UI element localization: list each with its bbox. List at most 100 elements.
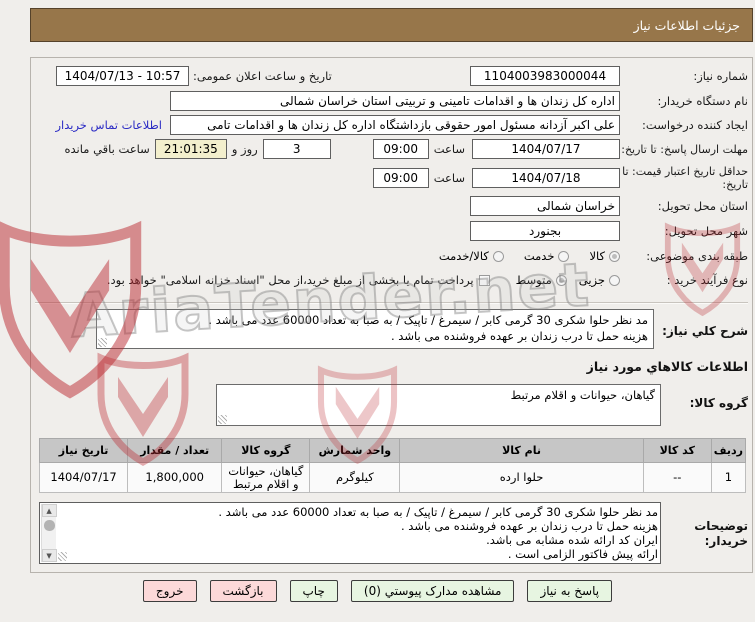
goods-group-box[interactable]: گیاهان، حیوانات و اقلام مرتبط <box>216 384 661 426</box>
row-classification: طبقه بندی موضوعی: کالا خدمت کالا/خدمت <box>39 245 748 267</box>
scroll-up-icon[interactable]: ▲ <box>41 504 57 517</box>
radio-minor-label: جزیی <box>578 273 605 287</box>
request-creator-label: ایجاد کننده درخواست: <box>642 117 748 132</box>
province-field[interactable]: خراسان شمالی <box>470 196 620 216</box>
radio-medium[interactable]: متوسط <box>516 273 567 287</box>
view-attachments-button[interactable]: مشاهده مدارک پیوستي (0) <box>350 580 515 602</box>
remaining-days-field[interactable]: 3 <box>262 139 331 159</box>
goods-section-header: اطلاعات کالاهاي مورد نیاز <box>586 359 748 374</box>
goods-table-header-row: ردیف کد کالا نام کالا واحد شمارش گروه کا… <box>38 438 747 463</box>
need-description-line: مد نظر حلوا شکری 30 گرمی کابر / سیمرغ / … <box>208 313 648 327</box>
radio-goods-service[interactable]: کالا/خدمت <box>439 249 504 263</box>
radio-service-label: خدمت <box>523 249 555 263</box>
row-buyer-org: نام دستگاه خریدار: اداره کل زندان ها و ا… <box>39 90 748 112</box>
response-deadline-time-field[interactable]: 09:00 <box>372 139 429 159</box>
goods-group-value: گیاهان، حیوانات و اقلام مرتبط <box>510 388 655 402</box>
row-request-creator: ایجاد کننده درخواست: علی اکبر آزدانه مسئ… <box>39 114 748 136</box>
buyer-notes-line: هزینه حمل تا درب زندان بر عهده فروشنده م… <box>400 519 658 533</box>
cell-goods-group: گیاهان، حیوانات و اقلام مرتبط <box>221 462 311 493</box>
city-label: شهر محل تحویل: <box>664 223 748 238</box>
goods-table: ردیف کد کالا نام کالا واحد شمارش گروه کا… <box>38 438 747 493</box>
col-count-unit: واحد شمارش <box>309 438 401 463</box>
announce-datetime-label: تاریخ و ساعت اعلان عمومی: <box>193 69 332 83</box>
scroll-down-icon[interactable]: ▼ <box>41 549 57 562</box>
remaining-days-label: روز و <box>231 142 258 156</box>
radio-goods-label: کالا <box>589 249 605 263</box>
buyer-org-label: نام دستگاه خریدار: <box>657 93 748 108</box>
radio-minor-icon[interactable] <box>609 274 620 286</box>
treasury-checkbox-label: پرداخت تمام یا بخشی از مبلغ خرید،از محل … <box>106 273 474 287</box>
row-city: شهر محل تحویل: بجنورد <box>39 220 748 242</box>
radio-minor[interactable]: جزیی <box>579 273 620 287</box>
response-deadline-date-field[interactable]: 1404/07/17 <box>472 139 620 159</box>
need-number-field[interactable]: 1104003983000044 <box>470 66 620 86</box>
process-type-label: نوع فرآیند خرید : <box>666 272 748 287</box>
details-panel: شماره نیاز: 1104003983000044 تاریخ و ساع… <box>30 57 753 573</box>
radio-medium-icon[interactable] <box>555 274 567 286</box>
need-number-label: شماره نیاز: <box>693 68 748 83</box>
response-deadline-label: مهلت ارسال پاسخ: تا تاریخ: <box>621 142 748 156</box>
radio-goods-service-icon[interactable] <box>492 250 504 262</box>
radio-goods-service-label: کالا/خدمت <box>438 249 489 263</box>
radio-goods[interactable]: کالا <box>589 249 620 263</box>
exit-button[interactable]: خروج <box>142 580 197 602</box>
goods-group-label: گروه کالا: <box>689 396 748 410</box>
price-validity-label: حداقل تاریخ اعتبار قیمت: تا تاریخ: <box>622 165 748 191</box>
city-field[interactable]: بجنورد <box>470 221 620 241</box>
buyer-contact-link[interactable]: اطلاعات تماس خریدار <box>55 118 162 132</box>
buyer-notes-line: ارائه پیش فاکتور الزامی است . <box>507 547 658 561</box>
price-validity-hour-label: ساعت <box>433 171 465 185</box>
col-goods-code: کد کالا <box>642 438 712 463</box>
buyer-notes-textarea[interactable]: مد نظر حلوا شکری 30 گرمی کابر / سیمرغ / … <box>39 502 661 564</box>
classification-label: طبقه بندی موضوعی: <box>646 248 748 263</box>
radio-medium-label: متوسط <box>515 273 552 287</box>
remaining-time-label: ساعت باقي مانده <box>64 142 150 156</box>
radio-service[interactable]: خدمت <box>524 249 570 263</box>
cell-count-unit: کیلوگرم <box>309 462 401 493</box>
row-process-type: نوع فرآیند خرید : جزیی متوسط پرداخت تمام… <box>39 269 748 291</box>
remaining-time-field[interactable]: 21:01:35 <box>154 139 227 159</box>
radio-service-icon[interactable] <box>558 250 570 262</box>
respond-to-need-button[interactable]: پاسخ به نیاز <box>527 580 613 602</box>
cell-need-date: 1404/07/17 <box>38 462 129 493</box>
response-deadline-hour-label: ساعت <box>433 142 465 156</box>
row-province: استان محل تحویل: خراسان شمالی <box>39 195 748 217</box>
row-response-deadline: مهلت ارسال پاسخ: تا تاریخ: 1404/07/17 سا… <box>39 135 748 163</box>
price-validity-time-field[interactable]: 09:00 <box>372 168 429 188</box>
radio-goods-icon[interactable] <box>609 250 620 262</box>
resize-handle-icon[interactable] <box>218 415 227 424</box>
notes-scrollbar[interactable]: ▲ ▼ <box>41 504 57 562</box>
price-validity-date-field[interactable]: 1404/07/18 <box>472 168 620 188</box>
title-bar: جزئیات اطلاعات نیاز <box>30 8 753 42</box>
buyer-org-field[interactable]: اداره کل زندان ها و اقدامات تامینی و ترب… <box>170 91 620 111</box>
back-button[interactable]: بازگشت <box>209 580 277 602</box>
announce-datetime-field[interactable]: 1404/07/13 - 10:57 <box>56 66 189 86</box>
need-description-line: هزینه حمل تا درب زندان بر عهده فروشنده م… <box>390 329 648 343</box>
cell-goods-code: -- <box>642 462 712 493</box>
resize-handle-icon[interactable] <box>98 338 107 347</box>
col-goods-group: گروه کالا <box>221 438 311 463</box>
scrollbar-thumb[interactable] <box>43 520 55 531</box>
cell-quantity: 1,800,000 <box>127 462 223 493</box>
province-label: استان محل تحویل: <box>657 198 748 213</box>
resize-handle-icon[interactable] <box>58 552 67 561</box>
treasury-checkbox[interactable] <box>478 274 490 286</box>
cell-goods-name: حلوا ارده <box>399 462 644 493</box>
request-creator-field[interactable]: علی اکبر آزدانه مسئول امور حقوقی بازداشت… <box>170 115 620 135</box>
section-divider <box>35 302 748 304</box>
row-need-number: شماره نیاز: 1104003983000044 تاریخ و ساع… <box>56 65 748 87</box>
col-row-number: ردیف <box>710 438 747 463</box>
buyer-notes-line: ایران کد ارائه شده مشابه می باشد. <box>486 533 658 547</box>
col-need-date: تاریخ نیاز <box>38 438 129 463</box>
need-details-page: جزئیات اطلاعات نیاز شماره نیاز: 11040039… <box>0 0 755 622</box>
row-price-validity: حداقل تاریخ اعتبار قیمت: تا تاریخ: 1404/… <box>39 164 748 192</box>
print-button[interactable]: چاپ <box>289 580 338 602</box>
col-goods-name: نام کالا <box>399 438 644 463</box>
buyer-notes-label: توضیحات خریدار: <box>694 519 748 548</box>
page-title: جزئیات اطلاعات نیاز <box>633 17 740 33</box>
goods-table-row: 1 -- حلوا ارده کیلوگرم گیاهان، حیوانات و… <box>38 462 747 493</box>
need-description-box[interactable]: مد نظر حلوا شکری 30 گرمی کابر / سیمرغ / … <box>96 309 654 349</box>
col-quantity: تعداد / مقدار <box>127 438 223 463</box>
buyer-notes-line: مد نظر حلوا شکری 30 گرمی کابر / سیمرغ / … <box>218 505 658 519</box>
action-buttons: پاسخ به نیاز مشاهده مدارک پیوستي (0) چاپ… <box>0 580 755 602</box>
